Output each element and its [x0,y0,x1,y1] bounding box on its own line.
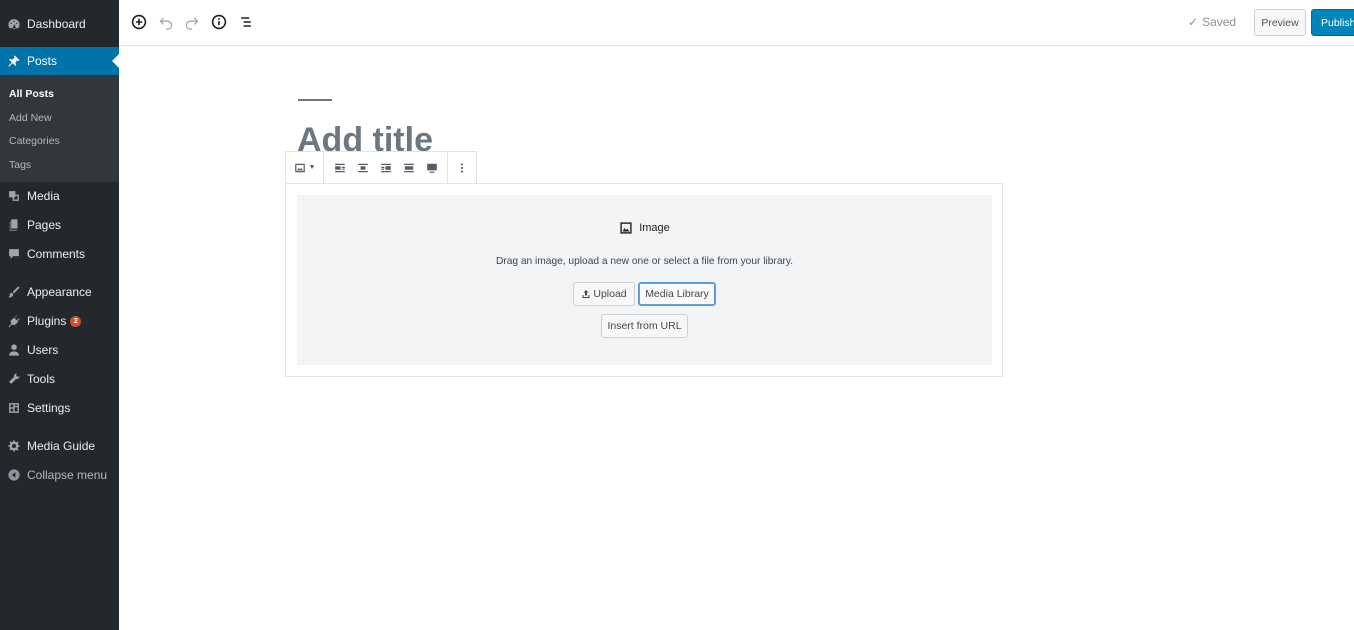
checkmark-icon: ✓ [1188,15,1199,29]
collapse-icon [7,468,21,482]
upload-button[interactable]: Upload [573,282,635,306]
upload-icon [582,290,590,298]
settings-icon [7,401,21,415]
block-navigation-button[interactable] [237,13,255,31]
sidebar-item-plugins[interactable]: Plugins 2 [0,307,119,336]
sidebar-item-comments[interactable]: Comments [0,240,119,269]
add-block-button[interactable] [130,13,148,31]
sidebar-item-dashboard[interactable]: Dashboard [0,9,119,38]
content-info-button[interactable] [210,13,228,31]
sidebar-item-label: Plugins [27,314,67,329]
submenu-add-new[interactable]: Add New [0,106,119,130]
redo-icon [185,17,199,30]
align-center-icon [357,163,368,172]
sidebar-item-pages[interactable]: Pages [0,211,119,240]
media-library-button[interactable]: Media Library [638,282,716,306]
editor-header: ✓ Saved Preview Publish... [119,0,1354,46]
pushpin-icon [7,54,21,68]
user-icon [7,343,21,357]
wrench-icon [7,372,21,386]
image-icon [294,163,305,172]
placeholder-label: Image [297,221,992,235]
align-left-icon [334,163,345,172]
align-full-icon [426,163,437,173]
align-left-button[interactable] [334,152,346,183]
sidebar-item-label: Collapse menu [27,468,108,483]
image-block[interactable]: Image Drag an image, upload a new one or… [285,183,1003,377]
sidebar-item-posts[interactable]: Posts [0,47,119,75]
sidebar-item-settings[interactable]: Settings [0,394,119,423]
block-type-button[interactable]: ▼ [294,152,316,183]
info-icon [211,14,227,30]
plugin-icon [7,314,21,328]
sidebar-item-users[interactable]: Users [0,336,119,365]
block-switcher[interactable]: ▼ [286,152,324,183]
sidebar-item-label: Users [27,343,59,358]
placeholder-instructions: Drag an image, upload a new one or selec… [495,256,794,267]
more-options-button[interactable] [456,152,468,183]
image-icon [620,222,632,234]
sidebar-item-media[interactable]: Media [0,182,119,211]
publish-button[interactable]: Publish... [1311,9,1354,36]
image-placeholder: Image Drag an image, upload a new one or… [297,195,992,365]
sidebar-item-label: Tools [27,372,56,387]
paintbrush-icon [7,285,21,299]
sidebar-item-label: Posts [27,54,58,68]
block-toolbar: ▼ [285,151,477,184]
redo-button[interactable] [183,13,201,31]
submenu-tags[interactable]: Tags [0,153,119,177]
undo-button[interactable] [157,13,175,31]
align-right-icon [380,163,391,172]
saved-status: ✓ Saved [1188,15,1237,29]
media-icon [7,189,21,203]
align-wide-icon [403,163,414,172]
align-full-button[interactable] [426,152,438,183]
sidebar-item-tools[interactable]: Tools [0,365,119,394]
sidebar-item-label: Media Guide [27,439,96,454]
sidebar-item-label: Dashboard [27,16,86,31]
gear-icon [7,439,21,453]
alignment-group [324,152,448,183]
sidebar-item-appearance[interactable]: Appearance [0,278,119,307]
undo-icon [159,17,173,30]
submenu-categories[interactable]: Categories [0,129,119,153]
more-vertical-icon [460,162,464,173]
dashboard-icon [7,17,21,31]
plus-circle-icon [131,14,147,30]
sidebar-item-media-guide[interactable]: Media Guide [0,432,119,461]
posts-submenu: All Posts Add New Categories Tags [0,75,119,182]
collapse-menu-button[interactable]: Collapse menu [0,461,119,490]
plugins-update-badge: 2 [70,315,82,327]
comment-icon [7,247,21,261]
sidebar-item-label: Pages [27,218,62,233]
align-right-button[interactable] [380,152,392,183]
submenu-all-posts[interactable]: All Posts [0,82,119,106]
list-icon [241,17,251,27]
sidebar-item-label: Appearance [27,285,92,300]
sidebar-item-label: Media [27,189,60,204]
title-divider [298,99,332,101]
pages-icon [7,218,21,232]
more-options-group [448,152,476,183]
admin-sidebar: Dashboard Posts All Posts Add New Catego… [0,0,119,630]
align-center-button[interactable] [357,152,369,183]
sidebar-item-label: Comments [27,247,86,262]
align-wide-button[interactable] [403,152,415,183]
sidebar-item-label: Settings [27,401,71,416]
preview-button[interactable]: Preview [1254,9,1306,36]
chevron-down-icon: ▼ [308,164,316,171]
insert-from-url-button[interactable]: Insert from URL [601,314,688,338]
